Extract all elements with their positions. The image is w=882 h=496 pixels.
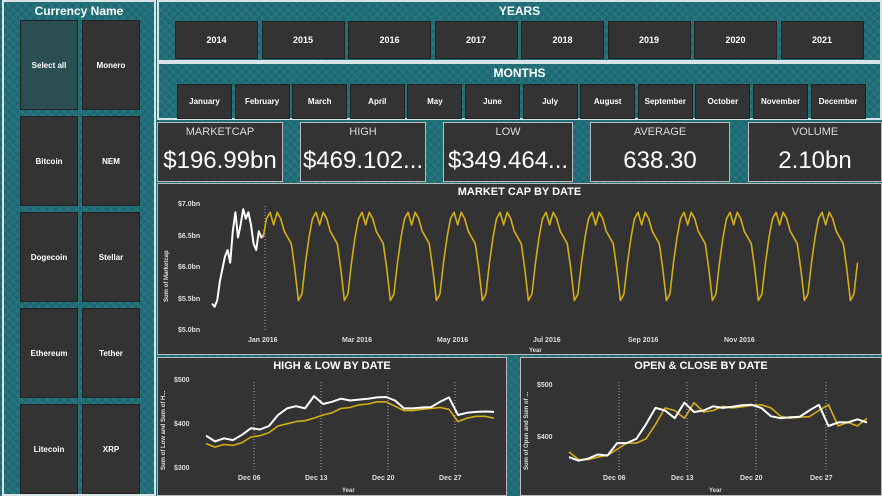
x-tick-label: Dec 13 [671,475,694,482]
currency-option-litecoin[interactable]: Litecoin [20,404,78,494]
kpi-low: LOW $349.464... [443,122,573,182]
y-tick-label: $500 [174,377,190,384]
months-slicer: MONTHS January February March April May June J… [157,62,882,120]
kpi-label: HIGH [349,126,377,138]
month-option-may[interactable]: May [407,84,463,119]
kpi-marketcap: MARKETCAP $196.99bn [157,122,283,182]
kpi-value: $196.99bn [163,147,277,174]
month-option-december[interactable]: December [810,84,866,119]
x-tick-label: Dec 20 [740,475,763,482]
kpi-value: $349.464... [447,147,569,174]
month-option-october[interactable]: October [695,84,751,119]
year-option-2015[interactable]: 2015 [261,21,345,59]
month-option-november[interactable]: November [753,84,808,119]
y-tick-label: $6.0bn [178,264,201,271]
y-tick-label: $5.5bn [178,295,201,303]
x-tick-label: Dec 06 [603,475,626,482]
kpi-high: HIGH $469.102... [300,122,426,182]
x-tick-label: Dec 06 [238,475,261,482]
month-option-april[interactable]: April [349,84,405,119]
market-cap-chart: MARKET CAP BY DATE Sum of Marketcap Year… [157,183,882,355]
month-option-august[interactable]: August [580,84,636,119]
month-option-june[interactable]: June [465,84,520,119]
x-tick-label: Dec 20 [372,475,395,482]
month-option-july[interactable]: July [522,84,578,119]
currency-option-stellar[interactable]: Stellar [82,212,140,302]
x-tick-label: Sep 2016 [628,337,659,344]
y-tick-label: $400 [174,421,190,428]
x-tick-label: May 2016 [437,337,469,344]
series-low-line [205,400,495,448]
kpi-value: 2.10bn [778,147,852,174]
currency-option-monero[interactable]: Monero [82,20,140,110]
chart-plot-area [211,206,859,332]
year-option-2016[interactable]: 2016 [348,21,431,59]
series-high-line [205,395,495,443]
kpi-label: AVERAGE [633,126,687,138]
x-tick-label: Jul 2016 [533,337,561,344]
y-tick-label: $7.0bn [178,201,201,208]
years-slicer: YEARS 2014 2015 2016 2017 2018 2019 2020 2021 [157,0,882,62]
kpi-label: MARKETCAP [185,126,255,138]
month-option-february[interactable]: February [234,84,290,119]
currency-slicer: Currency Name Select all Monero Bitcoin NEM… [2,0,156,496]
currency-option-xrp[interactable]: XRP [82,404,140,494]
year-option-2020[interactable]: 2020 [694,21,777,59]
y-tick-label: $6.5bn [178,232,201,240]
years-slicer-title: YEARS [498,4,541,18]
currency-option-bitcoin[interactable]: Bitcoin [20,116,78,206]
kpi-volume: VOLUME 2.10bn [748,122,882,182]
x-tick-label: Jan 2016 [248,337,278,344]
month-option-january[interactable]: January [177,84,232,119]
currency-option-ethereum[interactable]: Ethereum [20,308,78,398]
currency-option-nem[interactable]: NEM [82,116,140,206]
y-tick-label: $400 [537,433,553,441]
x-tick-label: Dec 13 [305,475,328,482]
currency-slicer-title: Currency Name [34,4,124,18]
x-tick-label: Mar 2016 [342,337,372,344]
y-tick-label: $5.0bn [178,327,201,334]
series-yellow-line [262,211,859,302]
kpi-value: 638.30 [623,147,697,174]
y-tick-label: $500 [537,382,553,390]
months-slicer-title: MONTHS [493,66,546,80]
x-tick-label: Dec 27 [810,475,833,482]
currency-option-tether[interactable]: Tether [82,308,140,398]
year-option-2018[interactable]: 2018 [521,21,604,59]
kpi-average: AVERAGE 638.30 [590,122,730,182]
year-option-2021[interactable]: 2021 [780,21,864,59]
year-option-2017[interactable]: 2017 [434,21,518,59]
year-option-2014[interactable]: 2014 [175,21,258,59]
high-low-chart: HIGH & LOW BY DATE Sum of Low and Sum of… [157,357,507,496]
y-tick-label: $300 [174,465,190,472]
x-tick-label: Nov 2016 [724,337,755,344]
kpi-value: $469.102... [302,147,424,174]
month-option-september[interactable]: September [637,84,693,119]
series-white-line [211,208,265,308]
kpi-label: VOLUME [791,126,839,138]
year-option-2019[interactable]: 2019 [607,21,691,59]
month-option-march[interactable]: March [292,84,348,119]
currency-option-select-all[interactable]: Select all [20,20,78,110]
x-tick-label: Dec 27 [439,475,462,482]
currency-option-dogecoin[interactable]: Dogecoin [20,212,78,302]
open-close-chart: OPEN & CLOSE BY DATE Sum of Open and Sum… [520,357,882,496]
kpi-label: LOW [495,126,521,138]
